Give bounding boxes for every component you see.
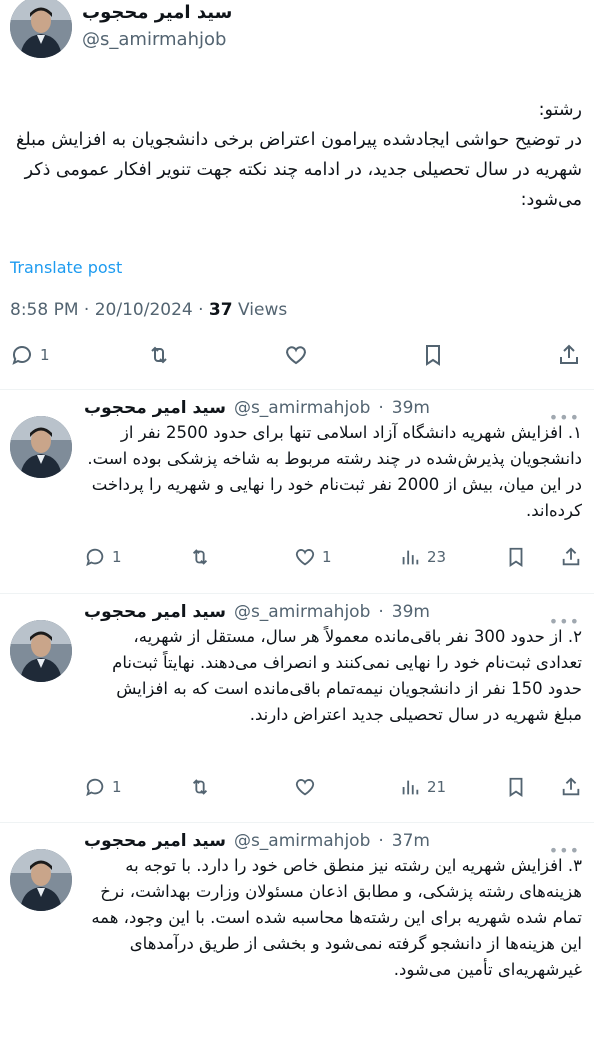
reply-button[interactable]: 1 xyxy=(84,776,122,798)
separator: · xyxy=(83,300,90,320)
speech-bubble-icon xyxy=(12,346,31,365)
reply-time[interactable]: 39m xyxy=(392,602,430,622)
separator: · xyxy=(378,602,384,622)
repost-button[interactable] xyxy=(147,343,171,367)
share-button[interactable] xyxy=(560,776,582,798)
main-action-bar: 1 xyxy=(0,343,594,373)
avatar-image xyxy=(10,416,72,478)
share-button[interactable] xyxy=(560,546,582,568)
reply-time[interactable]: 39m xyxy=(392,398,430,418)
bookmark-icon xyxy=(509,547,523,567)
reply-author-avatar[interactable] xyxy=(10,620,72,682)
like-button[interactable] xyxy=(284,343,308,367)
reply-header: سید امیر محجوب @s_amirmahjob · 39m xyxy=(84,398,430,418)
share-upload-icon xyxy=(562,547,580,566)
reply-author-avatar[interactable] xyxy=(10,416,72,478)
like-count: 1 xyxy=(322,548,332,566)
reply-handle[interactable]: @s_amirmahjob xyxy=(234,831,370,851)
share-upload-icon xyxy=(562,777,580,796)
translate-post-link[interactable]: Translate post xyxy=(10,258,122,277)
repost-button[interactable] xyxy=(189,546,211,568)
reply-display-name[interactable]: سید امیر محجوب xyxy=(84,398,226,418)
repost-button[interactable] xyxy=(189,776,211,798)
reply-display-name[interactable]: سید امیر محجوب xyxy=(84,602,226,622)
reply-handle[interactable]: @s_amirmahjob xyxy=(234,398,370,418)
avatar-image xyxy=(10,0,72,58)
avatar-image xyxy=(10,620,72,682)
reply-action-bar: 1 1 23 xyxy=(0,546,594,576)
separator: · xyxy=(378,398,384,418)
like-button[interactable] xyxy=(294,776,322,798)
views-count: 21 xyxy=(427,778,447,796)
post-date[interactable]: 20/10/2024 xyxy=(95,300,193,320)
like-button[interactable]: 1 xyxy=(294,546,332,568)
post-timestamp: 8:58 PM · 20/10/2024 · 37 Views xyxy=(10,300,287,320)
reply-author-avatar[interactable] xyxy=(10,849,72,911)
reply-count: 1 xyxy=(112,778,122,796)
views-count: 23 xyxy=(427,548,447,566)
views-count: 37 xyxy=(208,300,233,320)
bar-chart-icon xyxy=(402,550,419,565)
views-button[interactable]: 21 xyxy=(399,776,446,798)
heart-icon xyxy=(286,346,306,365)
reply-text: ۳. افزایش شهریه این رشته نیز منطق خاص خو… xyxy=(91,856,582,979)
reply-post[interactable]: سید امیر محجوب @s_amirmahjob · 37m ••• ۳… xyxy=(0,829,594,1042)
reply-count: 1 xyxy=(112,548,122,566)
heart-icon xyxy=(295,779,315,796)
repost-arrows-icon xyxy=(192,779,208,795)
reply-action-bar: 1 21 xyxy=(0,776,594,806)
reply-post[interactable]: سید امیر محجوب @s_amirmahjob · 39m ••• ۱… xyxy=(0,396,594,596)
repost-arrows-icon xyxy=(192,549,208,565)
reply-text: ۱. افزایش شهریه دانشگاه آزاد اسلامی تنها… xyxy=(87,423,582,520)
speech-bubble-icon xyxy=(86,548,104,567)
separator: · xyxy=(198,300,204,320)
reply-handle[interactable]: @s_amirmahjob xyxy=(234,602,370,622)
heart-icon xyxy=(295,549,315,566)
bookmark-button[interactable] xyxy=(505,776,527,798)
author-display-name[interactable]: سید امیر محجوب xyxy=(82,2,232,23)
divider xyxy=(0,389,594,390)
author-avatar[interactable] xyxy=(10,0,72,58)
repost-arrows-icon xyxy=(151,346,167,364)
reply-header: سید امیر محجوب @s_amirmahjob · 37m xyxy=(84,831,430,851)
bookmark-icon xyxy=(509,777,523,797)
reply-time[interactable]: 37m xyxy=(392,831,430,851)
post-time[interactable]: 8:58 PM xyxy=(10,300,79,320)
separator: · xyxy=(378,831,384,851)
share-button[interactable] xyxy=(557,343,581,367)
bookmark-icon xyxy=(426,345,440,366)
divider xyxy=(0,593,594,594)
reply-display-name[interactable]: سید امیر محجوب xyxy=(84,831,226,851)
speech-bubble-icon xyxy=(86,778,104,797)
avatar-image xyxy=(10,849,72,911)
reply-text: ۲. از حدود 300 نفر باقی‌مانده معمولاً هر… xyxy=(112,627,582,724)
views-button[interactable]: 23 xyxy=(399,546,446,568)
views-label: Views xyxy=(238,300,288,320)
divider xyxy=(0,822,594,823)
reply-post[interactable]: سید امیر محجوب @s_amirmahjob · 39m ••• ۲… xyxy=(0,600,594,825)
bar-chart-icon xyxy=(402,780,419,795)
reply-button[interactable]: 1 xyxy=(10,343,50,367)
author-handle[interactable]: @s_amirmahjob xyxy=(82,29,226,50)
post-text: رشتو: در توضیح حواشی ایجادشده پیرامون اع… xyxy=(16,100,582,210)
reply-header: سید امیر محجوب @s_amirmahjob · 39m xyxy=(84,602,430,622)
reply-count: 1 xyxy=(40,346,50,364)
bookmark-button[interactable] xyxy=(505,546,527,568)
bookmark-button[interactable] xyxy=(421,343,445,367)
reply-button[interactable]: 1 xyxy=(84,546,122,568)
share-upload-icon xyxy=(560,344,578,364)
